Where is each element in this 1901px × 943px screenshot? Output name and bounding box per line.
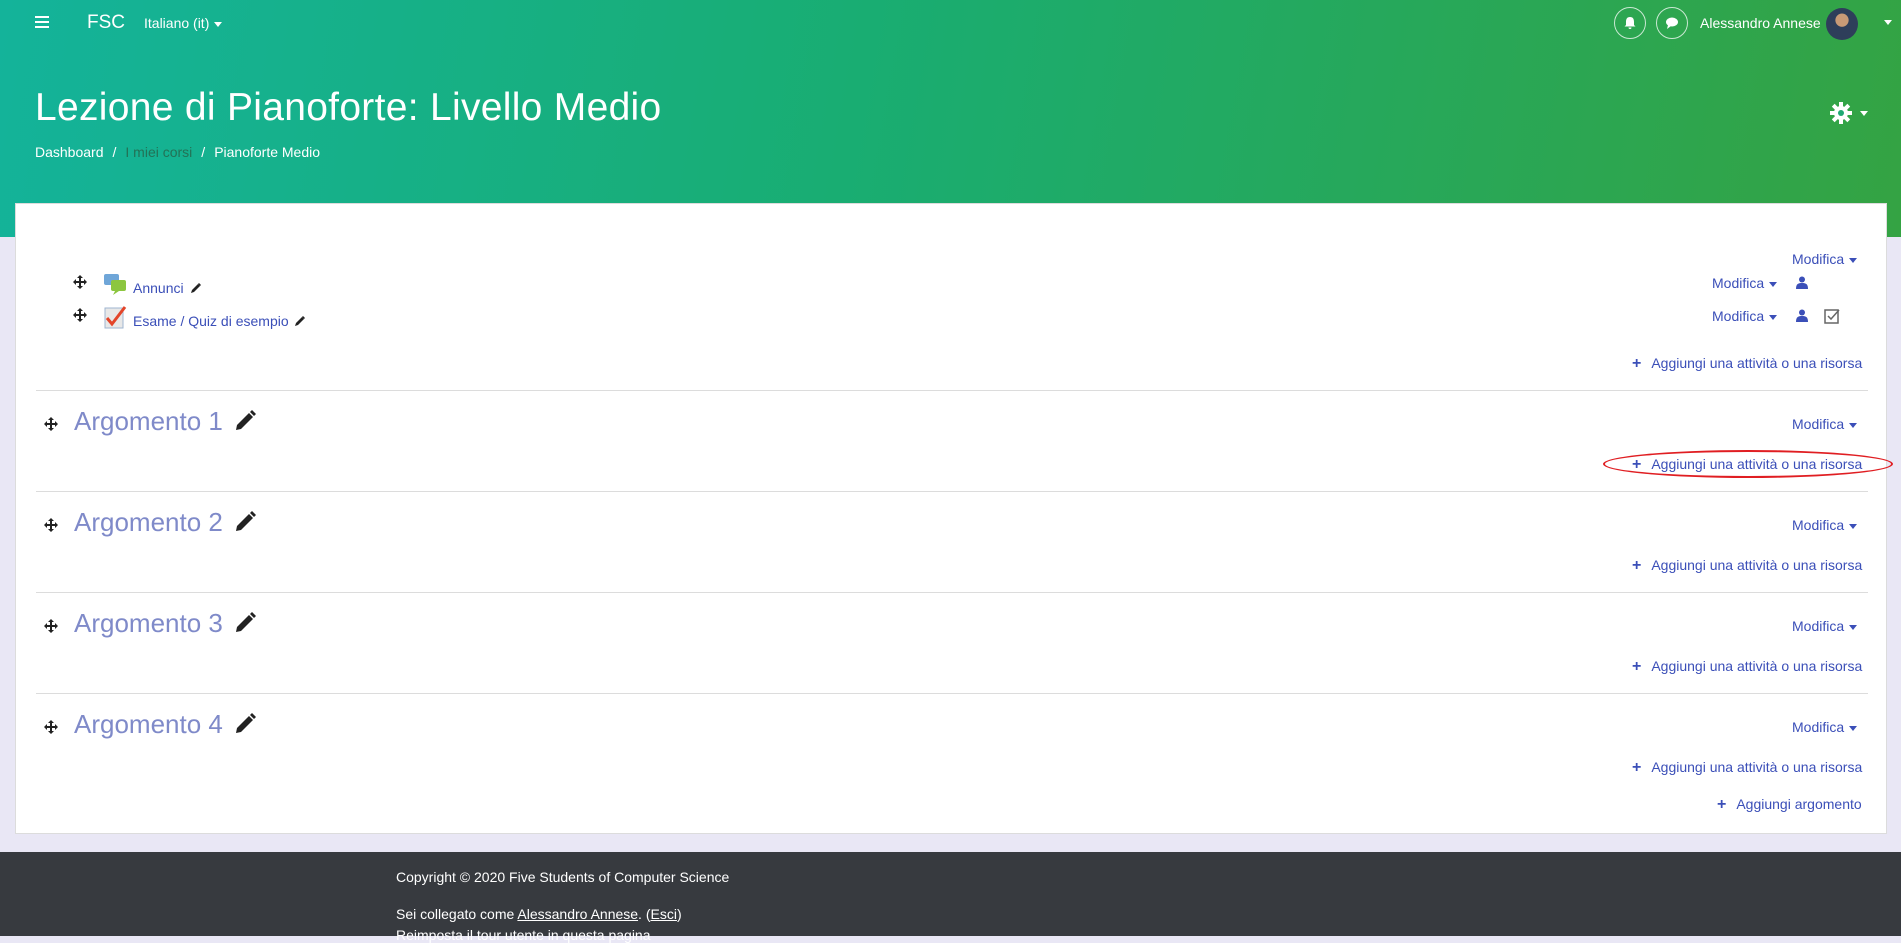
- section-title[interactable]: Argomento 1: [74, 406, 223, 437]
- user-icon[interactable]: [1796, 276, 1808, 289]
- course-content: Modifica Annunci Modifica Esame / Quiz d…: [15, 203, 1887, 834]
- pencil-icon[interactable]: [234, 511, 256, 533]
- language-menu[interactable]: Italiano (it): [144, 15, 223, 31]
- section-edit-menu[interactable]: Modifica: [1792, 416, 1858, 432]
- add-activity-button[interactable]: + Aggiungi una attività o una risorsa: [1632, 355, 1862, 373]
- move-icon[interactable]: [73, 308, 87, 322]
- add-activity-button[interactable]: + Aggiungi una attività o una risorsa: [1632, 557, 1862, 575]
- move-icon[interactable]: [73, 275, 87, 289]
- plus-icon: +: [1717, 796, 1727, 813]
- language-label: Italiano (it): [144, 15, 210, 31]
- section-divider: [36, 390, 1868, 391]
- section-title[interactable]: Argomento 4: [74, 709, 223, 740]
- activity-link-quiz[interactable]: Esame / Quiz di esempio: [133, 313, 289, 329]
- user-menu-name[interactable]: Alessandro Annese: [1700, 15, 1821, 31]
- page-header: FSC Italiano (it) Alessandro Annese Lezi…: [0, 0, 1901, 237]
- logout-link[interactable]: Esci: [651, 906, 677, 922]
- chevron-down-icon: [1849, 257, 1858, 263]
- site-brand[interactable]: FSC: [87, 12, 125, 34]
- top-navbar: FSC Italiano (it) Alessandro Annese: [0, 0, 1901, 46]
- activity-edit-menu[interactable]: Modifica: [1712, 308, 1778, 324]
- section-divider: [36, 693, 1868, 694]
- chevron-down-icon[interactable]: [1884, 20, 1892, 25]
- forum-icon: [104, 274, 126, 295]
- pencil-icon[interactable]: [190, 282, 202, 294]
- breadcrumb-dashboard[interactable]: Dashboard: [35, 144, 104, 160]
- section-title[interactable]: Argomento 3: [74, 608, 223, 639]
- course-settings-button[interactable]: [1829, 101, 1868, 125]
- pencil-icon[interactable]: [234, 713, 256, 735]
- completion-checkbox-icon[interactable]: [1824, 308, 1840, 324]
- footer-user-link[interactable]: Alessandro Annese: [517, 906, 638, 922]
- menu-toggle-icon[interactable]: [35, 16, 49, 31]
- activity-link-annunci[interactable]: Annunci: [133, 280, 184, 296]
- chevron-down-icon: [1849, 725, 1858, 731]
- chevron-down-icon: [1849, 523, 1858, 529]
- chevron-down-icon: [1849, 422, 1858, 428]
- section-edit-menu[interactable]: Modifica: [1792, 251, 1858, 267]
- move-icon[interactable]: [44, 417, 58, 431]
- user-icon[interactable]: [1796, 309, 1808, 322]
- add-activity-button[interactable]: + Aggiungi una attività o una risorsa: [1632, 658, 1862, 676]
- messages-button[interactable]: [1656, 7, 1688, 39]
- move-icon[interactable]: [44, 518, 58, 532]
- breadcrumb-my-courses[interactable]: I miei corsi: [125, 144, 192, 160]
- add-activity-button[interactable]: + Aggiungi una attività o una risorsa: [1632, 759, 1862, 777]
- pencil-icon[interactable]: [234, 410, 256, 432]
- section-edit-menu[interactable]: Modifica: [1792, 719, 1858, 735]
- section-edit-menu[interactable]: Modifica: [1792, 517, 1858, 533]
- add-section-button[interactable]: + Aggiungi argomento: [1717, 796, 1862, 814]
- avatar[interactable]: [1826, 8, 1858, 40]
- plus-icon: +: [1632, 759, 1642, 776]
- section-divider: [36, 491, 1868, 492]
- breadcrumb: Dashboard / I miei corsi / Pianoforte Medio: [35, 144, 321, 160]
- highlight-annotation: [1603, 450, 1893, 478]
- page-title: Lezione di Pianoforte: Livello Medio: [35, 86, 662, 129]
- chevron-down-icon: [1860, 111, 1868, 116]
- gear-icon: [1830, 102, 1852, 124]
- breadcrumb-course[interactable]: Pianoforte Medio: [214, 144, 320, 160]
- activity-edit-menu[interactable]: Modifica: [1712, 275, 1778, 291]
- move-icon[interactable]: [44, 619, 58, 633]
- plus-icon: +: [1632, 658, 1642, 675]
- section-edit-menu[interactable]: Modifica: [1792, 618, 1858, 634]
- bell-icon: [1624, 17, 1636, 29]
- plus-icon: +: [1632, 557, 1642, 574]
- section-title[interactable]: Argomento 2: [74, 507, 223, 538]
- quiz-icon: [104, 306, 127, 329]
- footer-login-info: Sei collegato come Alessandro Annese. (E…: [396, 906, 682, 922]
- reset-tour-link[interactable]: Reimposta il tour utente in questa pagin…: [396, 927, 651, 943]
- chevron-down-icon: [1849, 624, 1858, 630]
- notifications-button[interactable]: [1614, 7, 1646, 39]
- plus-icon: +: [1632, 355, 1642, 372]
- pencil-icon[interactable]: [234, 612, 256, 634]
- chevron-down-icon: [1769, 314, 1778, 320]
- chevron-down-icon: [214, 21, 223, 27]
- page-footer: Copyright © 2020 Five Students of Comput…: [0, 852, 1901, 943]
- chevron-down-icon: [1769, 281, 1778, 287]
- pencil-icon[interactable]: [294, 315, 306, 327]
- chat-icon: [1666, 17, 1678, 29]
- move-icon[interactable]: [44, 720, 58, 734]
- section-divider: [36, 592, 1868, 593]
- footer-copyright: Copyright © 2020 Five Students of Comput…: [396, 869, 730, 885]
